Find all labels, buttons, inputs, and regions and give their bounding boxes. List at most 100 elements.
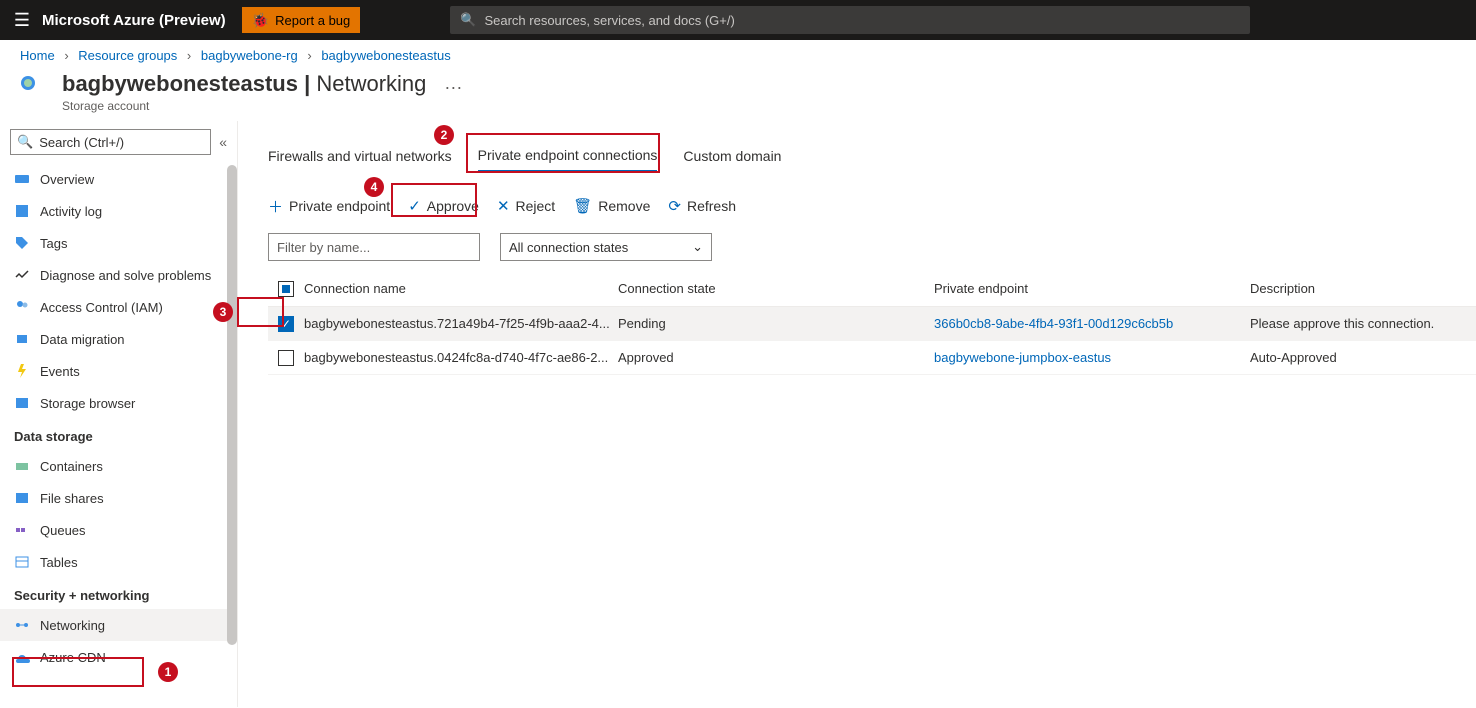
annotation-badge-label: 1 bbox=[165, 665, 172, 679]
sidebar-scrollbar[interactable] bbox=[227, 165, 237, 645]
cmd-label: Reject bbox=[516, 198, 556, 214]
overview-icon bbox=[14, 171, 30, 187]
report-bug-label: Report a bug bbox=[275, 13, 350, 28]
content-layout: 🔍 Search (Ctrl+/) « Overview Activity lo… bbox=[0, 121, 1476, 707]
annotation-badge-1: 1 bbox=[158, 662, 178, 682]
sidebar-item-label: Activity log bbox=[40, 204, 102, 219]
sidebar-collapse-icon[interactable]: « bbox=[219, 134, 227, 150]
row-checkbox[interactable] bbox=[278, 350, 294, 366]
sidebar-section-net: Security + networking bbox=[0, 578, 237, 609]
col-header-endpoint[interactable]: Private endpoint bbox=[934, 281, 1250, 296]
cell-endpoint-link[interactable]: bagbywebone-jumpbox-eastus bbox=[934, 350, 1250, 365]
search-icon: 🔍 bbox=[460, 12, 476, 28]
iam-icon bbox=[14, 299, 30, 315]
table-row[interactable]: ✓ bagbywebonesteastus.721a49b4-7f25-4f9b… bbox=[268, 307, 1476, 341]
cell-endpoint-link[interactable]: 366b0cb8-9abe-4fb4-93f1-00d129c6cb5b bbox=[934, 316, 1250, 331]
sidebar-item-label: Networking bbox=[40, 618, 105, 633]
crumb-home[interactable]: Home bbox=[20, 48, 55, 63]
sidebar-item-label: File shares bbox=[40, 491, 104, 506]
crumb-sep: › bbox=[187, 48, 191, 63]
top-bar: ☰ Microsoft Azure (Preview) 🐞 Report a b… bbox=[0, 0, 1476, 40]
migration-icon bbox=[14, 331, 30, 347]
sidebar-search-input[interactable]: 🔍 Search (Ctrl+/) bbox=[10, 129, 211, 155]
storage-account-icon bbox=[20, 75, 50, 105]
page-title: bagbywebonesteastus | Networking bbox=[62, 71, 426, 97]
sidebar-item-activity[interactable]: Activity log bbox=[0, 195, 237, 227]
global-search-input[interactable]: 🔍 Search resources, services, and docs (… bbox=[450, 6, 1250, 34]
annotation-box-4 bbox=[391, 183, 477, 217]
tables-icon bbox=[14, 554, 30, 570]
bug-icon: 🐞 bbox=[252, 12, 269, 29]
tab-firewalls[interactable]: Firewalls and virtual networks bbox=[268, 139, 452, 173]
plus-icon: ＋ bbox=[268, 196, 283, 217]
cmd-label: Refresh bbox=[687, 198, 736, 214]
sidebar-item-queues[interactable]: Queues bbox=[0, 514, 237, 546]
sidebar-item-tags[interactable]: Tags bbox=[0, 227, 237, 259]
col-header-name[interactable]: Connection name bbox=[304, 281, 618, 296]
col-header-desc[interactable]: Description bbox=[1250, 281, 1476, 296]
activity-log-icon bbox=[14, 203, 30, 219]
select-all-checkbox[interactable] bbox=[278, 281, 294, 297]
cmd-label: Private endpoint bbox=[289, 198, 390, 214]
filter-name-input[interactable]: Filter by name... bbox=[268, 233, 480, 261]
hamburger-icon[interactable]: ☰ bbox=[8, 10, 36, 31]
crumb-resource[interactable]: bagbywebonesteastus bbox=[321, 48, 450, 63]
col-header-state[interactable]: Connection state bbox=[618, 281, 934, 296]
sidebar-item-files[interactable]: File shares bbox=[0, 482, 237, 514]
search-placeholder: Search resources, services, and docs (G+… bbox=[484, 13, 734, 28]
annotation-box-2 bbox=[466, 133, 660, 173]
table-row[interactable]: bagbywebonesteastus.0424fc8a-d740-4f7c-a… bbox=[268, 341, 1476, 375]
more-actions-button[interactable]: ··· bbox=[444, 77, 462, 98]
chevron-down-icon: ⌄ bbox=[692, 239, 703, 255]
annotation-badge-label: 3 bbox=[220, 305, 227, 319]
cell-name: bagbywebonesteastus.721a49b4-7f25-4f9b-a… bbox=[304, 316, 618, 331]
trash-icon: 🗑 bbox=[573, 197, 592, 215]
sidebar-item-migration[interactable]: Data migration bbox=[0, 323, 237, 355]
resource-name: bagbywebonesteastus bbox=[62, 71, 298, 96]
crumb-sep: › bbox=[64, 48, 68, 63]
containers-icon bbox=[14, 458, 30, 474]
queues-icon bbox=[14, 522, 30, 538]
annotation-badge-label: 2 bbox=[441, 128, 448, 142]
sidebar-item-events[interactable]: Events bbox=[0, 355, 237, 387]
filter-state-label: All connection states bbox=[509, 240, 628, 255]
sidebar-item-label: Events bbox=[40, 364, 80, 379]
annotation-badge-3: 3 bbox=[213, 302, 233, 322]
x-icon: ✕ bbox=[497, 197, 510, 215]
tab-custom-domain[interactable]: Custom domain bbox=[683, 139, 781, 173]
sidebar-section-data: Data storage bbox=[0, 419, 237, 450]
sidebar-item-tables[interactable]: Tables bbox=[0, 546, 237, 578]
refresh-button[interactable]: ⟳ Refresh bbox=[668, 193, 736, 219]
crumb-rgname[interactable]: bagbywebone-rg bbox=[201, 48, 298, 63]
sidebar-item-label: Overview bbox=[40, 172, 94, 187]
crumb-sep: › bbox=[307, 48, 311, 63]
report-bug-button[interactable]: 🐞 Report a bug bbox=[242, 7, 361, 33]
reject-button[interactable]: ✕ Reject bbox=[497, 193, 555, 219]
resource-type-label: Storage account bbox=[62, 99, 426, 113]
main-content: Firewalls and virtual networks Private e… bbox=[238, 121, 1476, 707]
refresh-icon: ⟳ bbox=[668, 197, 681, 215]
cell-state: Approved bbox=[618, 350, 934, 365]
annotation-badge-4: 4 bbox=[364, 177, 384, 197]
sidebar-item-label: Data migration bbox=[40, 332, 125, 347]
events-icon bbox=[14, 363, 30, 379]
remove-button[interactable]: 🗑 Remove bbox=[573, 193, 650, 219]
files-icon bbox=[14, 490, 30, 506]
sidebar-item-label: Diagnose and solve problems bbox=[40, 268, 211, 283]
table-header-row: Connection name Connection state Private… bbox=[268, 271, 1476, 307]
diagnose-icon bbox=[14, 267, 30, 283]
sidebar-item-label: Storage browser bbox=[40, 396, 135, 411]
sidebar-item-networking[interactable]: Networking bbox=[0, 609, 237, 641]
sidebar-search-placeholder: Search (Ctrl+/) bbox=[39, 135, 124, 150]
sidebar-item-containers[interactable]: Containers bbox=[0, 450, 237, 482]
crumb-rg[interactable]: Resource groups bbox=[78, 48, 177, 63]
filter-bar: Filter by name... All connection states … bbox=[268, 233, 1476, 271]
sidebar-item-iam[interactable]: Access Control (IAM) bbox=[0, 291, 237, 323]
sidebar-item-overview[interactable]: Overview bbox=[0, 163, 237, 195]
page-header: bagbywebonesteastus | Networking Storage… bbox=[0, 67, 1476, 121]
sidebar-item-storage-browser[interactable]: Storage browser bbox=[0, 387, 237, 419]
cmd-label: Remove bbox=[598, 198, 650, 214]
filter-state-select[interactable]: All connection states ⌄ bbox=[500, 233, 712, 261]
cell-desc: Auto-Approved bbox=[1250, 350, 1476, 365]
sidebar-item-diagnose[interactable]: Diagnose and solve problems bbox=[0, 259, 237, 291]
